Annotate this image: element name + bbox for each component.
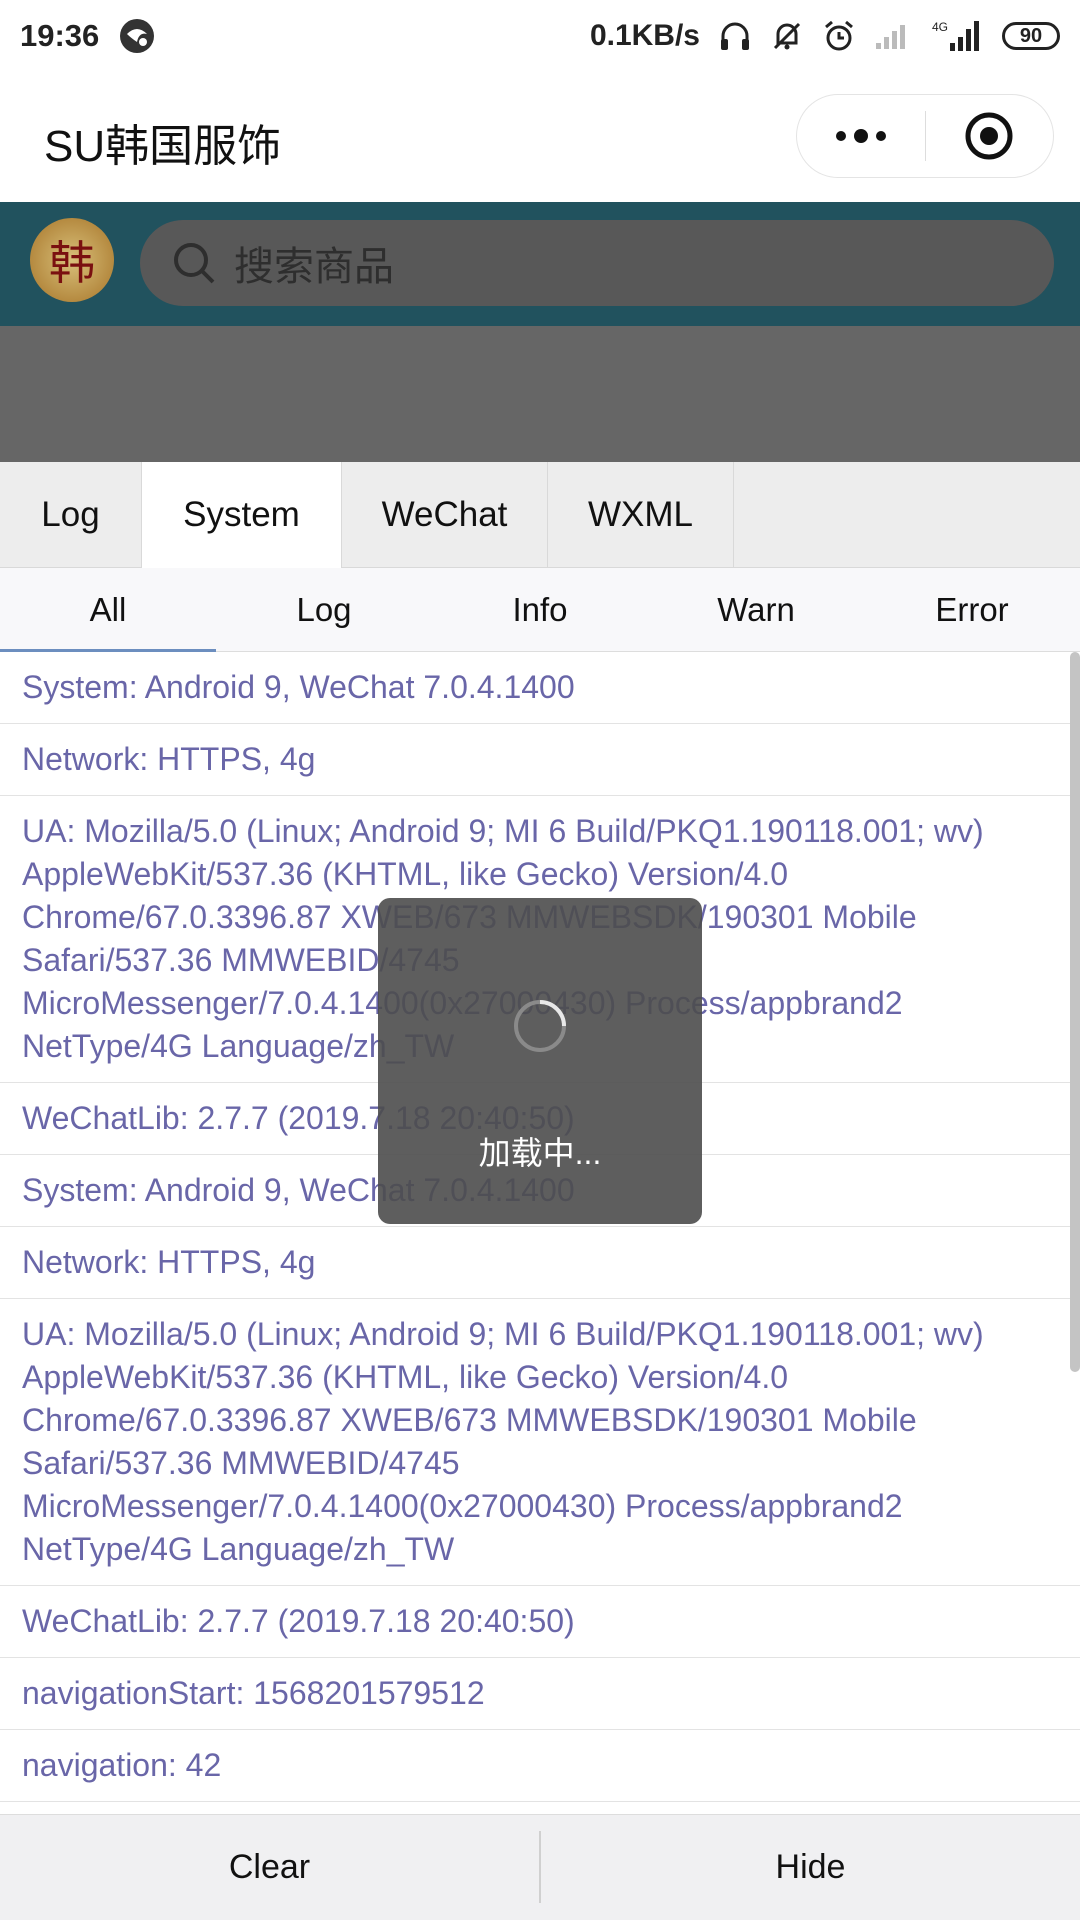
log-entry: navigationStart: 1568201579512	[0, 1658, 1080, 1730]
shop-logo: 韩	[30, 218, 114, 302]
log-entry: System: Android 9, WeChat 7.0.4.1400	[0, 652, 1080, 724]
search-icon	[174, 243, 215, 284]
log-filter-tabs: All Log Info Warn Error	[0, 568, 1080, 652]
clear-button[interactable]: Clear	[0, 1815, 539, 1920]
console-tabs: Log System WeChat WXML	[0, 462, 1080, 568]
search-bar[interactable]: 搜索商品	[140, 220, 1054, 306]
log-entry: navigation: 42	[0, 1730, 1080, 1802]
hide-button[interactable]: Hide	[541, 1815, 1080, 1920]
filter-all[interactable]: All	[0, 568, 216, 652]
signal-sim1-icon	[874, 21, 914, 51]
tab-wxml[interactable]: WXML	[548, 462, 734, 568]
filter-log[interactable]: Log	[216, 568, 432, 651]
log-entry: UA: Mozilla/5.0 (Linux; Android 9; MI 6 …	[0, 1299, 1080, 1586]
filter-info[interactable]: Info	[432, 568, 648, 651]
loading-toast: 加载中...	[378, 898, 702, 1224]
status-bar: 19:36 0.1KB/s 4G 90	[0, 0, 1080, 72]
alarm-icon	[822, 19, 856, 53]
signal-4g-icon: 4G	[932, 19, 984, 53]
page-title: SU韩国服饰	[44, 122, 282, 171]
overlay-backdrop[interactable]	[0, 326, 1080, 462]
search-placeholder: 搜索商品	[234, 245, 394, 289]
tab-system[interactable]: System	[142, 462, 342, 568]
log-entry: WeChatLib: 2.7.7 (2019.7.18 20:40:50)	[0, 1586, 1080, 1658]
target-close-icon	[965, 112, 1013, 160]
network-type-label: 4G	[932, 20, 948, 34]
log-scrollbar[interactable]	[1070, 652, 1080, 1372]
console-toolbar: Clear Hide	[0, 1814, 1080, 1920]
network-speed: 0.1KB/s	[589, 19, 700, 52]
log-entry: Network: HTTPS, 4g	[0, 1227, 1080, 1299]
battery-indicator: 90	[1002, 22, 1060, 50]
loading-text: 加载中...	[478, 1135, 602, 1171]
more-dots-icon	[835, 129, 886, 143]
tab-log[interactable]: Log	[0, 462, 142, 568]
capsule-menu	[796, 94, 1054, 178]
app-notification-icon	[117, 16, 157, 56]
loading-spinner-icon	[514, 1000, 566, 1052]
mini-program-titlebar: SU韩国服饰	[0, 72, 1080, 202]
tab-wechat[interactable]: WeChat	[342, 462, 548, 568]
headphones-icon	[718, 19, 752, 53]
close-miniprogram-button[interactable]	[926, 95, 1054, 177]
more-button[interactable]	[797, 95, 925, 177]
filter-error[interactable]: Error	[864, 568, 1080, 651]
log-entry: Network: HTTPS, 4g	[0, 724, 1080, 796]
status-time: 19:36	[20, 18, 100, 53]
filter-warn[interactable]: Warn	[648, 568, 864, 651]
mute-bell-icon	[770, 19, 804, 53]
log-list[interactable]: System: Android 9, WeChat 7.0.4.1400 Net…	[0, 652, 1080, 1814]
